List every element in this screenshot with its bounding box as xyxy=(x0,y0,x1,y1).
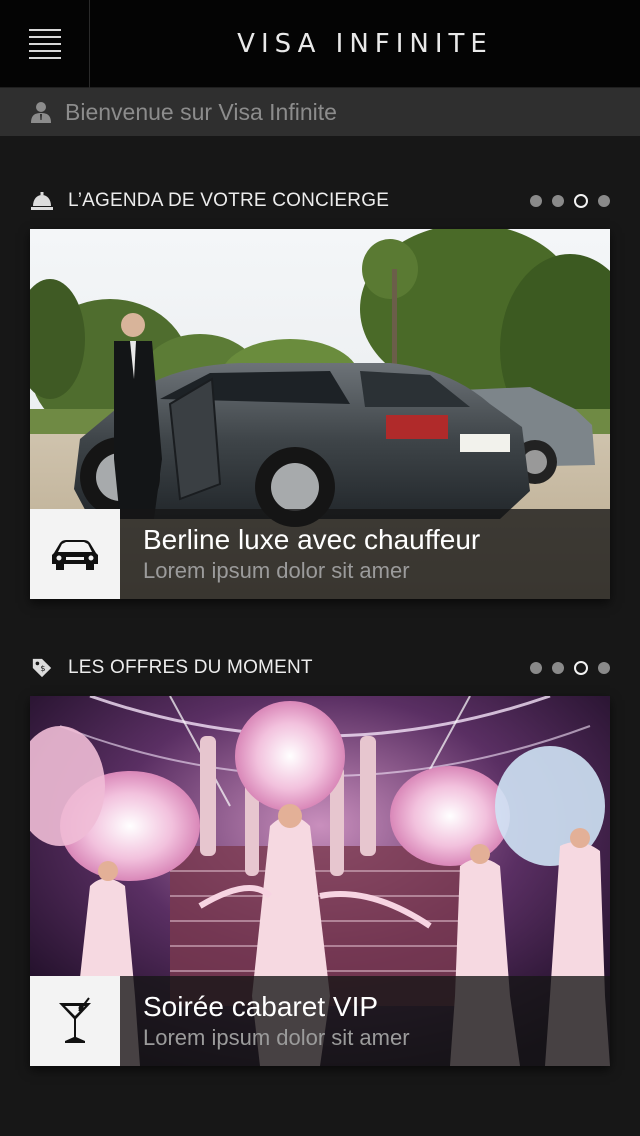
concierge-bell-icon xyxy=(31,192,53,210)
carousel-dot[interactable] xyxy=(552,662,564,674)
section-title: LES OFFRES DU MOMENT xyxy=(68,657,313,678)
visa-infinite-logo[interactable]: VISA INFINITE xyxy=(90,0,640,88)
carousel-dot[interactable] xyxy=(530,195,542,207)
section-header-offers: $ LES OFFRES DU MOMENT xyxy=(30,653,610,683)
carousel-indicator xyxy=(530,661,610,675)
carousel-dot[interactable] xyxy=(598,662,610,674)
hamburger-menu-icon xyxy=(28,29,61,59)
price-tag-icon: $ xyxy=(32,658,52,678)
section-title: L’AGENDA DE VOTRE CONCIERGE xyxy=(68,190,390,211)
svg-text:$: $ xyxy=(40,663,45,673)
user-icon xyxy=(31,102,51,123)
card-title: Berline luxe avec chauffeur xyxy=(143,524,481,555)
section-header-concierge: L’AGENDA DE VOTRE CONCIERGE xyxy=(30,186,610,216)
card-caption: Berline luxe avec chauffeur Lorem ipsum … xyxy=(30,509,610,599)
card-icon-tile xyxy=(30,976,120,1066)
menu-button[interactable] xyxy=(0,0,90,88)
top-bar: VISA INFINITE xyxy=(0,0,640,88)
carousel-dot[interactable] xyxy=(552,195,564,207)
card-icon-tile xyxy=(30,509,120,599)
carousel-dot-active[interactable] xyxy=(574,194,588,208)
logo-text: VISA INFINITE xyxy=(237,29,493,59)
carousel-indicator xyxy=(530,194,610,208)
concierge-card[interactable]: Berline luxe avec chauffeur Lorem ipsum … xyxy=(30,229,610,599)
offer-card[interactable]: Soirée cabaret VIP Lorem ipsum dolor sit… xyxy=(30,696,610,1066)
car-icon xyxy=(52,540,98,570)
card-caption: Soirée cabaret VIP Lorem ipsum dolor sit… xyxy=(30,976,610,1066)
card-title: Soirée cabaret VIP xyxy=(143,991,379,1022)
card-subtitle: Lorem ipsum dolor sit amer xyxy=(143,558,410,583)
carousel-dot-active[interactable] xyxy=(574,661,588,675)
cocktail-glass-icon xyxy=(59,997,91,1043)
carousel-dot[interactable] xyxy=(598,195,610,207)
card-subtitle: Lorem ipsum dolor sit amer xyxy=(143,1025,410,1050)
welcome-text: Bienvenue sur Visa Infinite xyxy=(65,98,337,125)
welcome-bar: Bienvenue sur Visa Infinite xyxy=(0,88,640,136)
carousel-dot[interactable] xyxy=(530,662,542,674)
